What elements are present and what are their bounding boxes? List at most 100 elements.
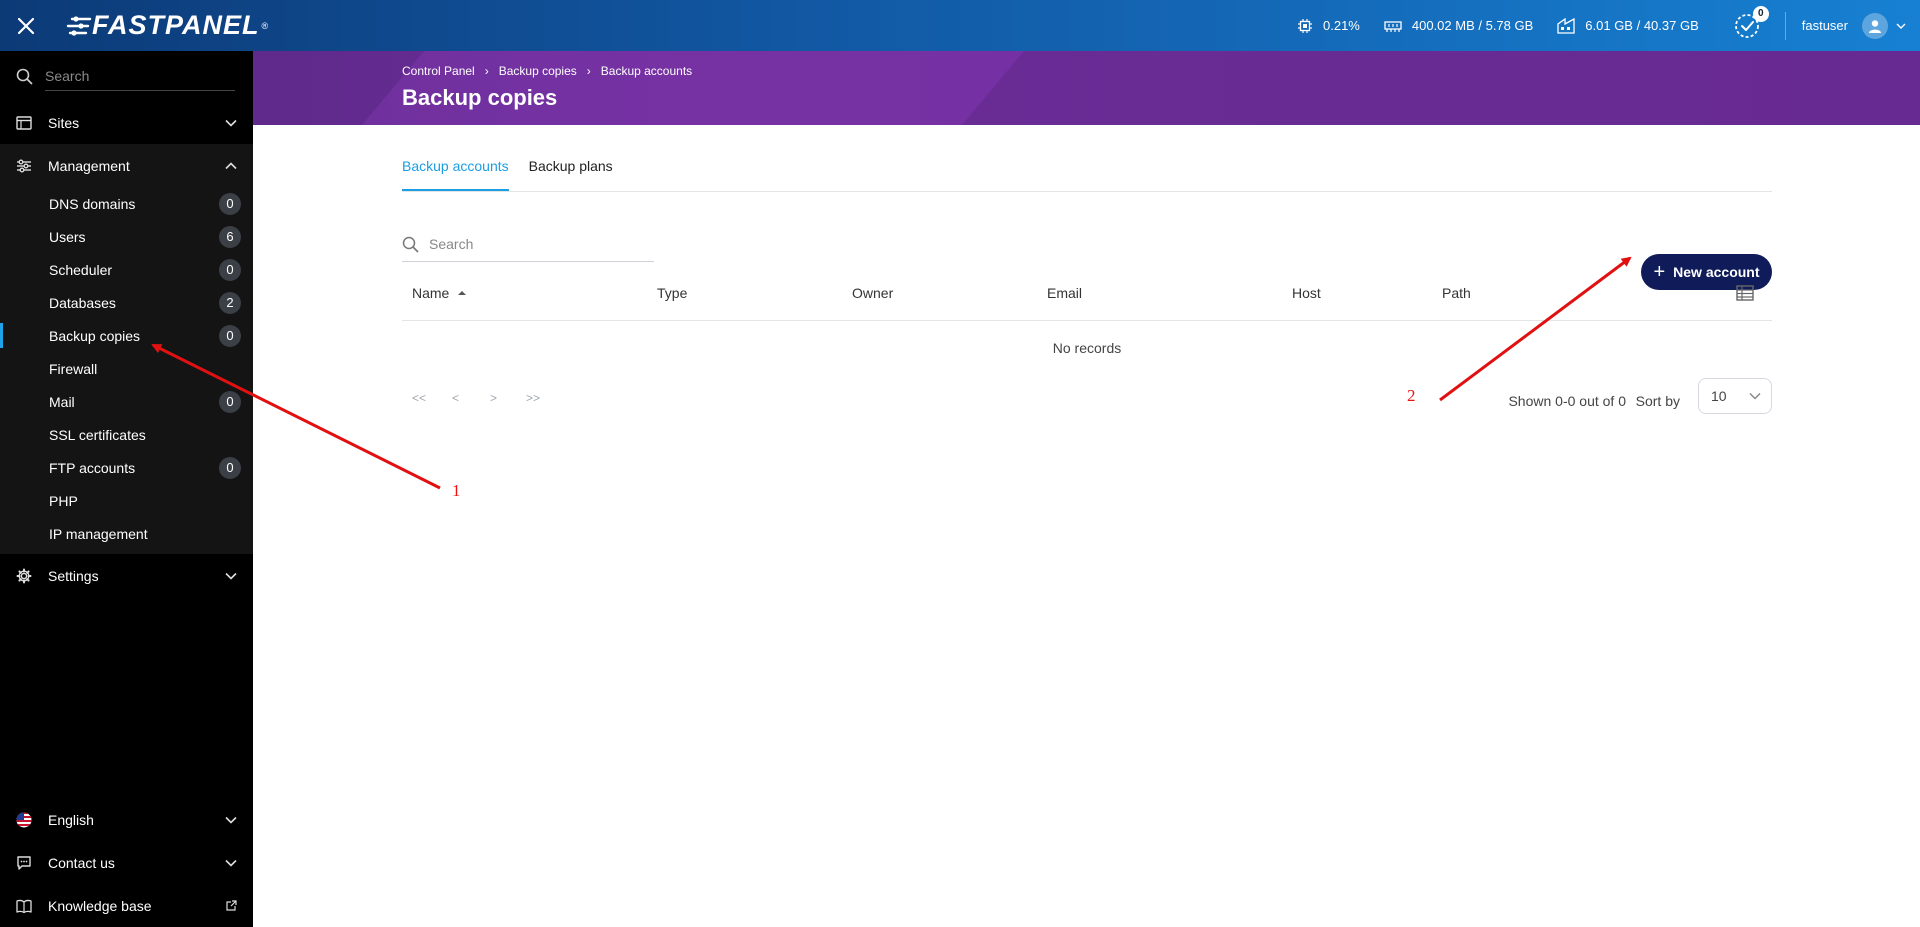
language-label: English <box>48 811 94 828</box>
tasks-button[interactable]: 0 <box>1731 5 1769 42</box>
breadcrumb-chevron-icon: › <box>586 64 591 78</box>
breadcrumb-chevron-icon: › <box>484 64 489 78</box>
count-badge: 0 <box>219 390 241 413</box>
sidebar-item-mail[interactable]: Mail 0 <box>0 385 253 418</box>
sidebar-item-php[interactable]: PHP <box>0 484 253 517</box>
logo-sliders-icon <box>66 15 92 36</box>
user-menu[interactable]: fastuser <box>1801 12 1906 39</box>
sidebar-section-label: Sites <box>48 114 80 131</box>
disk-value: 6.01 GB / 40.37 GB <box>1585 18 1699 33</box>
count-badge: 0 <box>219 324 241 347</box>
sites-window-icon <box>16 115 32 130</box>
accounts-search <box>402 227 654 262</box>
sidebar-item-databases[interactable]: Databases 2 <box>0 286 253 319</box>
per-page-value: 10 <box>1711 388 1727 404</box>
breadcrumb-control-panel[interactable]: Control Panel <box>402 64 475 78</box>
sidebar-item-label: Mail <box>49 393 75 410</box>
close-menu-button[interactable] <box>0 0 52 51</box>
count-badge: 6 <box>219 225 241 248</box>
sidebar-item-users[interactable]: Users 6 <box>0 220 253 253</box>
ram-stat: 400.02 MB / 5.78 GB <box>1384 18 1533 33</box>
search-icon <box>16 68 33 84</box>
column-email[interactable]: Email <box>1047 264 1082 321</box>
logo-text: FASTPANEL <box>92 10 260 40</box>
sidebar-item-scheduler[interactable]: Scheduler 0 <box>0 253 253 286</box>
column-owner[interactable]: Owner <box>852 264 893 321</box>
close-icon <box>17 17 35 34</box>
sidebar-item-ssl-certificates[interactable]: SSL certificates <box>0 418 253 451</box>
sidebar-item-label: Databases <box>49 294 116 311</box>
sidebar-item-label: PHP <box>49 492 78 509</box>
column-host[interactable]: Host <box>1292 264 1321 321</box>
accounts-search-input[interactable] <box>429 236 639 252</box>
sidebar-item-ip-management[interactable]: IP management <box>0 517 253 550</box>
column-label: Path <box>1442 284 1471 301</box>
avatar <box>1862 12 1888 39</box>
count-badge: 2 <box>219 291 241 314</box>
sidebar-section-sites[interactable]: Sites <box>0 101 253 144</box>
cpu-stat: 0.21% <box>1297 18 1360 34</box>
table-header: Name Type Owner Email Host Path <box>402 264 1772 321</box>
tab-backup-plans[interactable]: Backup plans <box>529 158 613 191</box>
chevron-down-icon <box>1896 23 1906 29</box>
sidebar-bottom: English Contact us Knowledge base <box>0 798 253 927</box>
user-icon <box>1869 19 1881 33</box>
cpu-value: 0.21% <box>1323 18 1360 33</box>
sidebar-item-ftp-accounts[interactable]: FTP accounts 0 <box>0 451 253 484</box>
prev-page-button[interactable]: < <box>452 391 459 405</box>
logo[interactable]: FASTPANEL ® <box>66 10 268 41</box>
top-bar: FASTPANEL ® 0.21% 400.02 MB / 5.78 GB 6.0… <box>0 0 1920 51</box>
gear-icon <box>16 568 32 583</box>
knowledge-base-link[interactable]: Knowledge base <box>0 884 253 927</box>
us-flag-icon <box>16 812 32 827</box>
chevron-down-icon <box>225 572 237 580</box>
annotation-number-2: 2 <box>1407 386 1416 405</box>
tab-backup-accounts[interactable]: Backup accounts <box>402 158 509 191</box>
sidebar-search-input[interactable] <box>45 61 235 91</box>
chevron-down-icon <box>225 816 237 824</box>
external-link-icon <box>226 900 237 911</box>
sidebar-item-dns-domains[interactable]: DNS domains 0 <box>0 187 253 220</box>
column-label: Type <box>657 284 688 301</box>
pagination: << < > >> Shown 0-0 out of 0 Sort by 10 <box>402 375 1772 435</box>
toolbar: + New account <box>402 192 1772 290</box>
ram-value: 400.02 MB / 5.78 GB <box>1411 18 1534 33</box>
language-selector[interactable]: English <box>0 798 253 841</box>
sidebar-item-label: Backup copies <box>49 327 141 344</box>
page-title: Backup copies <box>402 85 558 110</box>
column-name[interactable]: Name <box>412 264 467 321</box>
sidebar-item-label: IP management <box>49 525 148 542</box>
sidebar-item-label: Scheduler <box>49 261 113 278</box>
disk-icon <box>1557 17 1575 34</box>
sidebar-item-label: FTP accounts <box>49 459 136 476</box>
first-page-button[interactable]: << <box>412 391 426 405</box>
breadcrumb-backup-copies[interactable]: Backup copies <box>499 64 577 78</box>
sidebar-section-settings[interactable]: Settings <box>0 554 253 597</box>
column-settings-button[interactable] <box>1736 264 1754 321</box>
tab-bar: Backup accounts Backup plans <box>402 125 1772 192</box>
sidebar-section-label: Settings <box>48 567 99 584</box>
sidebar-item-label: Firewall <box>49 360 98 377</box>
chevron-down-icon <box>225 119 237 127</box>
sort-by-label: Sort by <box>1635 393 1680 409</box>
empty-state: No records <box>1052 340 1122 356</box>
sidebar-section-management[interactable]: Management <box>0 144 253 187</box>
sidebar-item-label: SSL certificates <box>49 426 146 443</box>
column-label: Host <box>1292 284 1321 301</box>
knowledge-label: Knowledge base <box>48 897 152 914</box>
contact-us[interactable]: Contact us <box>0 841 253 884</box>
count-badge: 0 <box>219 258 241 281</box>
per-page-select[interactable]: 10 <box>1698 378 1772 414</box>
page-header: Control Panel › Backup copies › Backup a… <box>253 51 1920 125</box>
sidebar-item-backup-copies[interactable]: Backup copies 0 <box>0 319 253 352</box>
annotation-number-1: 1 <box>452 481 461 500</box>
next-page-button[interactable]: > <box>490 391 497 405</box>
last-page-button[interactable]: >> <box>526 391 540 405</box>
breadcrumb-backup-accounts: Backup accounts <box>600 64 693 78</box>
username: fastuser <box>1801 18 1848 33</box>
column-type[interactable]: Type <box>657 264 687 321</box>
table-columns-icon <box>1736 284 1754 301</box>
column-path[interactable]: Path <box>1442 264 1471 321</box>
sidebar-item-label: DNS domains <box>49 195 136 212</box>
sidebar-item-firewall[interactable]: Firewall <box>0 352 253 385</box>
